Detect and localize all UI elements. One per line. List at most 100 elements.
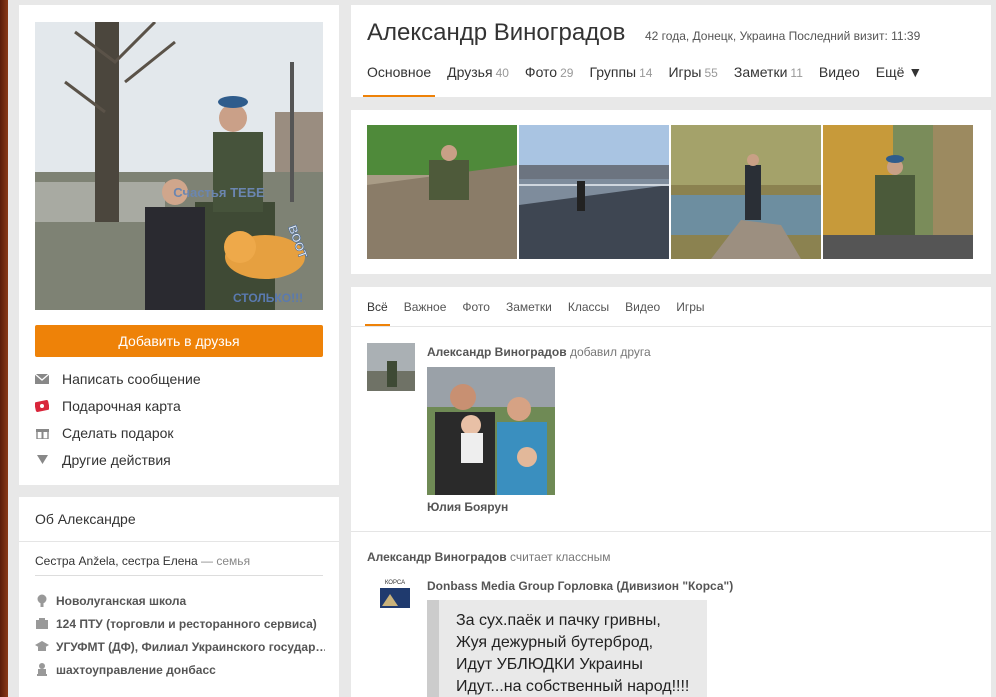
school-label: Новолуганская школа <box>56 593 187 608</box>
education-list: Новолуганская школа 124 ПТУ (торговли и … <box>35 589 325 681</box>
photo-image <box>367 125 517 259</box>
tab-friends[interactable]: Друзья 40 <box>447 64 509 97</box>
poem-line: Жуя дежурный бутерброд, <box>456 634 654 651</box>
divider <box>35 575 323 576</box>
profile-name: Александр Виноградов <box>367 19 626 46</box>
tab-count: 29 <box>560 66 574 80</box>
school-item[interactable]: Новолуганская школа <box>35 589 325 612</box>
gift-icon <box>35 426 49 440</box>
group-logo-text: КОРСА <box>385 580 405 586</box>
triangle-down-icon <box>35 453 49 467</box>
photo-image <box>823 125 973 259</box>
photo-thumbnail[interactable] <box>367 125 517 259</box>
tab-count: 40 <box>495 66 509 80</box>
tab-label: Группы <box>589 64 637 80</box>
tab-label: Видео <box>818 64 860 80</box>
write-message-label: Написать сообщение <box>62 370 201 387</box>
profile-avatar[interactable]: Счастья ТЕБЕ ВООТ СТОЛЬКО!!! <box>35 22 323 310</box>
friend-name[interactable]: Юлия Боярун <box>427 500 508 514</box>
poem-line: За сух.паёк и пачку гривны, <box>456 612 661 629</box>
gift-card-label: Подарочная карта <box>62 397 181 414</box>
group-logo[interactable]: КОРСА <box>378 576 412 610</box>
tab-count: 55 <box>704 66 718 80</box>
page-edge <box>0 0 8 697</box>
photo-thumbnail[interactable] <box>671 125 821 259</box>
tab-label: Друзья <box>447 64 493 80</box>
work-label: шахтоуправление донбасс <box>56 662 216 677</box>
photo-image <box>519 125 669 259</box>
work-icon <box>35 663 49 677</box>
write-message-action[interactable]: Написать сообщение <box>35 365 323 392</box>
photo-strip <box>351 110 991 274</box>
profile-meta: 42 года, Донецк, Украина Последний визит… <box>645 29 921 43</box>
author-avatar[interactable] <box>367 343 415 391</box>
family-info: Сестра Anžela, сестра Елена — семья <box>35 554 250 568</box>
university-item[interactable]: УГУФМТ (ДФ), Филиал Украинского государ… <box>35 635 325 658</box>
profile-tabs: Основное Друзья 40 Фото 29 Группы 14 Игры 55… <box>362 64 938 97</box>
tab-groups[interactable]: Группы 14 <box>589 64 652 97</box>
gift-card-icon <box>35 399 49 413</box>
tab-main[interactable]: Основное <box>362 64 436 97</box>
divider <box>351 531 991 532</box>
avatar-caption-1: Счастья ТЕБЕ <box>173 185 265 200</box>
author-link[interactable]: Александр Виноградов <box>427 345 567 359</box>
other-actions-label: Другие действия <box>62 451 171 468</box>
photo-thumbnail[interactable] <box>823 125 973 259</box>
university-icon <box>35 640 49 654</box>
tab-label: Игры <box>668 64 702 80</box>
poem-line: Идут...на собственный народ!!!! <box>456 678 690 695</box>
divider <box>19 541 339 542</box>
family-text[interactable]: Сестра Anžela, сестра Елена <box>35 554 198 568</box>
avatar-photo: Счастья ТЕБЕ ВООТ СТОЛЬКО!!! <box>35 22 323 310</box>
profile-actions: Написать сообщение Подарочная карта Сдел… <box>35 365 323 473</box>
tab-video[interactable]: Видео <box>819 64 860 97</box>
make-gift-label: Сделать подарок <box>62 424 174 441</box>
college-item[interactable]: 124 ПТУ (торговли и ресторанного сервиса… <box>35 612 325 635</box>
tab-more[interactable]: Ещё ▼ <box>876 64 922 97</box>
feed-filter-photo[interactable]: Фото <box>462 300 490 326</box>
feed-filter-notes[interactable]: Заметки <box>506 300 552 326</box>
feed-filter-video[interactable]: Видео <box>625 300 660 326</box>
feed-event-text: Александр Виноградов добавил друга <box>427 345 651 359</box>
photo-image <box>671 125 821 259</box>
work-item[interactable]: шахтоуправление донбасс <box>35 658 325 681</box>
group-link[interactable]: Donbass Media Group Горловка (Дивизион "… <box>427 579 733 593</box>
feed-filter-important[interactable]: Важное <box>404 300 447 326</box>
feed-filter-all[interactable]: Всё <box>365 300 390 326</box>
author-link[interactable]: Александр Виноградов <box>367 550 507 564</box>
tab-games[interactable]: Игры 55 <box>668 64 717 97</box>
college-label: 124 ПТУ (торговли и ресторанного сервиса… <box>56 616 317 631</box>
event-action: считает классным <box>506 550 611 564</box>
gift-card-action[interactable]: Подарочная карта <box>35 392 323 419</box>
about-card: Об Александре Сестра Anžela, сестра Елен… <box>19 497 339 697</box>
feed-filters: Всё Важное Фото Заметки Классы Видео Игр… <box>365 300 721 326</box>
make-gift-action[interactable]: Сделать подарок <box>35 419 323 446</box>
tab-count: 11 <box>790 66 803 80</box>
photo-thumbnail[interactable] <box>519 125 669 259</box>
feed-filter-games[interactable]: Игры <box>676 300 704 326</box>
friend-photo[interactable] <box>427 367 555 495</box>
tab-count: 14 <box>639 66 653 80</box>
activity-feed: Всё Важное Фото Заметки Классы Видео Игр… <box>351 287 991 697</box>
about-title: Об Александре <box>35 511 136 527</box>
profile-card: Счастья ТЕБЕ ВООТ СТОЛЬКО!!! Добавить в … <box>19 5 339 485</box>
tab-label: Основное <box>367 64 432 80</box>
tab-notes[interactable]: Заметки 11 <box>734 64 803 97</box>
tab-label: Фото <box>524 64 558 80</box>
feed-filter-classes[interactable]: Классы <box>568 300 609 326</box>
event-action: добавил друга <box>566 345 651 359</box>
feed-event-text: Александр Виноградов считает классным <box>367 550 610 564</box>
tab-label: Ещё ▼ <box>875 64 923 80</box>
avatar-caption-3: СТОЛЬКО!!! <box>233 291 303 305</box>
family-suffix: — семья <box>197 554 251 568</box>
add-friend-button[interactable]: Добавить в друзья <box>35 325 323 357</box>
university-label: УГУФМТ (ДФ), Филиал Украинского государ… <box>56 639 325 654</box>
profile-header: Александр Виноградов 42 года, Донецк, Ук… <box>351 5 991 97</box>
tab-label: Заметки <box>733 64 788 80</box>
other-actions[interactable]: Другие действия <box>35 446 323 473</box>
school-icon <box>35 594 49 608</box>
post-content[interactable]: За сух.паёк и пачку гривны, Жуя дежурный… <box>427 600 707 697</box>
divider <box>351 326 991 327</box>
message-icon <box>35 372 49 386</box>
tab-photos[interactable]: Фото 29 <box>525 64 574 97</box>
